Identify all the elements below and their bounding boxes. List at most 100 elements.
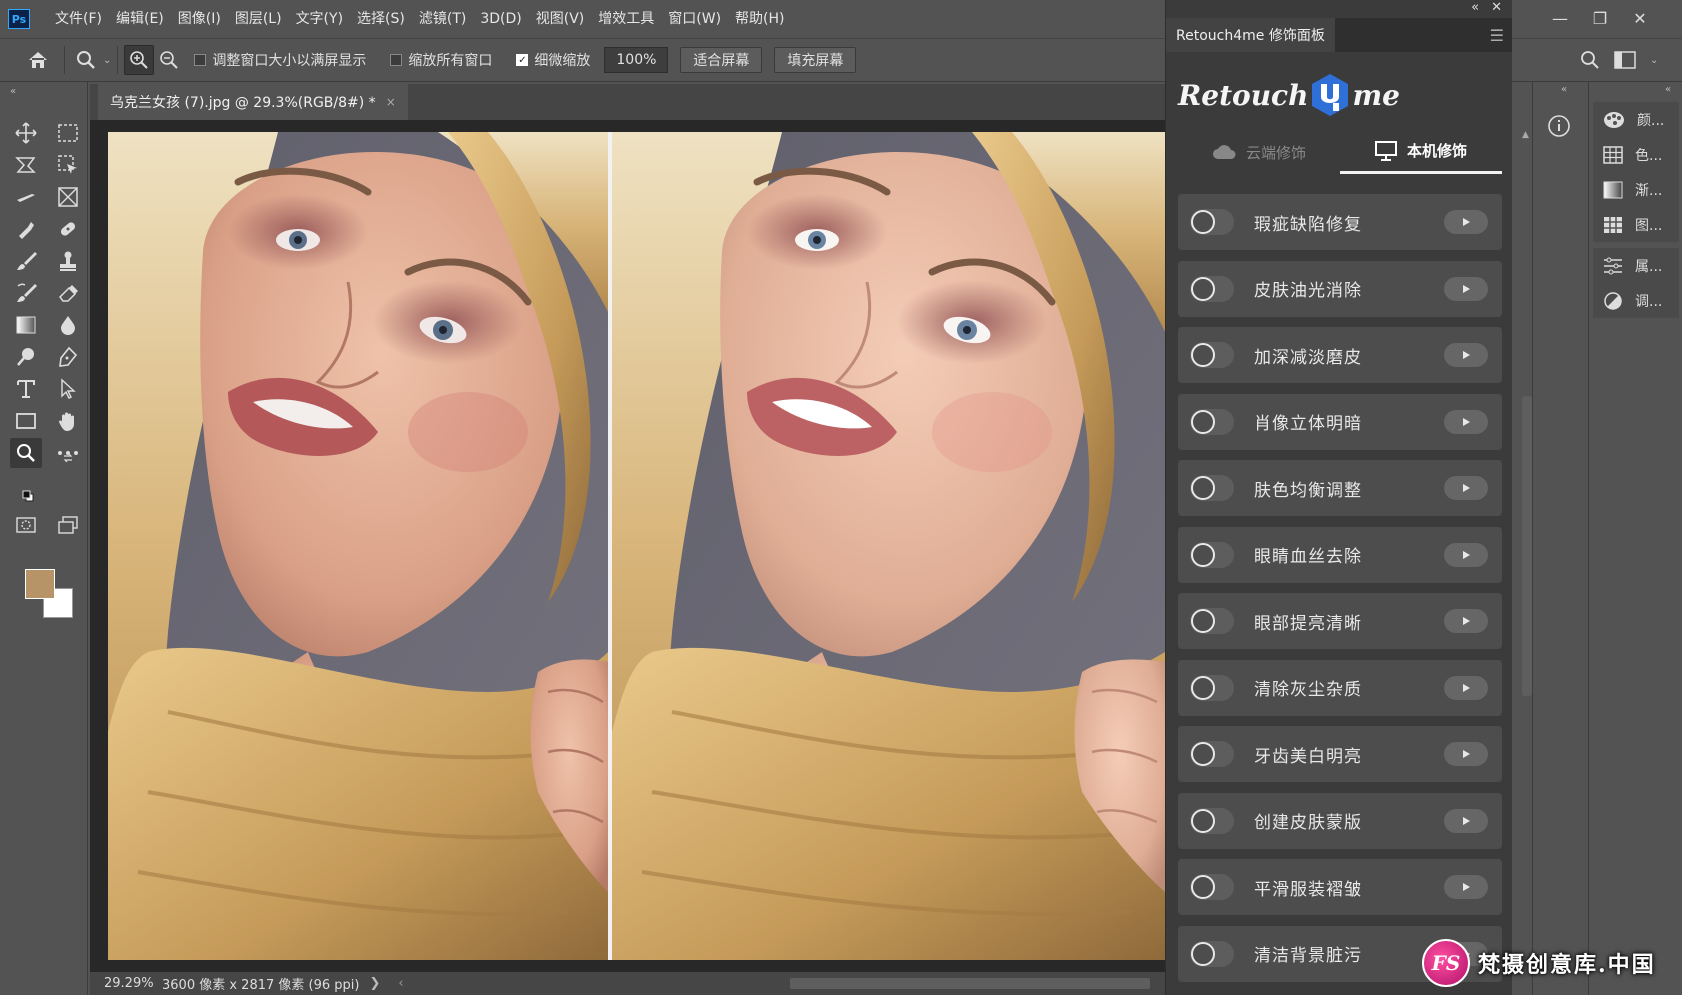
zoom-out-button[interactable] [154, 45, 184, 75]
status-menu-arrow[interactable]: ❯ [369, 976, 380, 991]
maximize-icon[interactable]: ❐ [1580, 4, 1620, 32]
panel-scrollbar[interactable]: ▲ [1522, 130, 1532, 970]
play-button[interactable] [1444, 276, 1488, 301]
menu-3d[interactable]: 3D(D) [473, 0, 528, 38]
brush-tool[interactable] [10, 246, 42, 276]
foreground-color-swatch[interactable] [25, 569, 55, 599]
marquee-tool[interactable] [52, 118, 84, 148]
menu-plugins[interactable]: 增效工具 [591, 0, 661, 38]
fill-screen-button[interactable]: 填充屏幕 [774, 47, 857, 73]
rectangle-tool[interactable] [10, 406, 42, 436]
healing-brush-tool[interactable] [52, 214, 84, 244]
eraser-tool[interactable] [52, 278, 84, 308]
close-tab-icon[interactable]: × [386, 95, 396, 109]
chevron-down-icon[interactable]: ⌄ [1650, 55, 1658, 66]
collapse-panel-icon[interactable]: « [1471, 0, 1479, 18]
plugin-toggle[interactable] [1190, 541, 1234, 568]
history-brush-tool[interactable] [10, 278, 42, 308]
menu-window[interactable]: 窗口(W) [661, 0, 728, 38]
pen-tool[interactable] [52, 342, 84, 372]
crop-tool[interactable] [10, 182, 42, 212]
zoom-in-button[interactable] [124, 45, 155, 75]
close-panel-icon[interactable]: ✕ [1491, 0, 1502, 18]
play-button[interactable] [1444, 609, 1488, 633]
collapse-dock-icon[interactable]: « [1561, 84, 1567, 95]
dock-item-adjustments[interactable]: 调... [1593, 283, 1679, 318]
eyedropper-tool[interactable] [10, 214, 42, 244]
plugin-toggle[interactable] [1190, 408, 1234, 435]
plugin-toggle[interactable] [1190, 874, 1234, 900]
blur-tool[interactable] [52, 310, 84, 340]
play-button[interactable] [1444, 808, 1488, 833]
document-info[interactable]: 3600 像素 x 2817 像素 (96 ppi) [150, 974, 359, 993]
resize-windows-checkbox[interactable]: 调整窗口大小以满屏显示 [194, 50, 366, 70]
panel-tab[interactable]: Retouch4me 修饰面板 [1166, 18, 1335, 52]
frame-tool[interactable] [52, 182, 84, 212]
document-tab[interactable]: 乌克兰女孩 (7).jpg @ 29.3%(RGB/8#) * × [98, 84, 408, 120]
default-colors-icon[interactable] [22, 490, 34, 502]
dock-item-swatches[interactable]: 色... [1593, 137, 1679, 172]
plugin-toggle[interactable] [1190, 275, 1234, 302]
menu-view[interactable]: 视图(V) [529, 0, 592, 38]
menu-filter[interactable]: 滤镜(T) [412, 0, 473, 38]
fit-screen-button[interactable]: 适合屏幕 [680, 47, 763, 73]
photoshop-logo[interactable]: Ps [8, 9, 30, 29]
menu-image[interactable]: 图像(I) [171, 0, 228, 38]
plugin-toggle[interactable] [1190, 608, 1234, 634]
collapse-dock-icon[interactable]: « [1665, 84, 1671, 95]
menu-help[interactable]: 帮助(H) [728, 0, 791, 38]
scrollbar-thumb[interactable] [1522, 396, 1532, 696]
scrubby-zoom-checkbox[interactable]: ✓ 细微缩放 [516, 50, 590, 70]
collapse-icon[interactable]: « [10, 86, 16, 97]
menu-select[interactable]: 选择(S) [350, 0, 412, 38]
dock-item-patterns[interactable]: 图... [1593, 207, 1679, 242]
zoom-level[interactable]: 29.29% [90, 976, 154, 991]
dock-item-color[interactable]: 颜... [1593, 102, 1679, 137]
plugin-toggle[interactable] [1190, 209, 1234, 235]
home-button[interactable] [18, 50, 58, 70]
path-selection-tool[interactable] [52, 374, 84, 404]
scroll-left-icon[interactable]: ‹ [398, 976, 403, 991]
menu-type[interactable]: 文字(Y) [289, 0, 350, 38]
stamp-tool[interactable] [52, 246, 84, 276]
menu-layer[interactable]: 图层(L) [228, 0, 289, 38]
play-button[interactable] [1444, 343, 1488, 367]
plugin-toggle[interactable] [1190, 342, 1234, 368]
screen-mode-button[interactable] [52, 510, 84, 540]
hand-tool[interactable] [52, 406, 84, 436]
play-button[interactable] [1444, 409, 1488, 434]
dodge-tool[interactable] [10, 342, 42, 372]
scroll-up-icon[interactable]: ▲ [1522, 130, 1529, 140]
plugin-toggle[interactable] [1190, 674, 1234, 701]
tab-local[interactable]: 本机修饰 [1340, 130, 1502, 174]
checkbox-box[interactable] [390, 54, 403, 66]
type-tool[interactable] [10, 374, 42, 404]
checkbox-box-checked[interactable]: ✓ [516, 54, 529, 66]
plugin-toggle[interactable] [1190, 741, 1234, 767]
plugin-toggle[interactable] [1190, 475, 1234, 501]
canvas-area[interactable] [90, 120, 1165, 972]
zoom-all-windows-checkbox[interactable]: 缩放所有窗口 [390, 50, 492, 70]
checkbox-box[interactable] [194, 54, 207, 66]
play-button[interactable] [1444, 742, 1488, 766]
menu-edit[interactable]: 编辑(E) [109, 0, 171, 38]
panel-menu-icon[interactable]: ☰ [1490, 26, 1504, 45]
horizontal-scrollbar[interactable] [790, 978, 1150, 989]
dock-item-gradients[interactable]: 渐... [1593, 172, 1679, 207]
dock-item-properties[interactable]: 属... [1593, 248, 1679, 283]
lasso-tool[interactable] [10, 150, 42, 180]
play-button[interactable] [1444, 875, 1488, 899]
info-icon[interactable] [1547, 114, 1571, 138]
swap-colors-icon[interactable] [62, 452, 74, 464]
zoom-tool[interactable] [10, 438, 42, 468]
plugin-toggle[interactable] [1190, 807, 1234, 834]
play-button[interactable] [1444, 542, 1488, 567]
play-button[interactable] [1444, 675, 1488, 700]
move-tool[interactable] [10, 118, 42, 148]
play-button[interactable] [1444, 210, 1488, 234]
workspace-icon[interactable] [1614, 51, 1636, 69]
play-button[interactable] [1444, 476, 1488, 500]
gradient-tool[interactable] [10, 310, 42, 340]
minimize-icon[interactable]: — [1540, 4, 1580, 32]
plugin-toggle[interactable] [1190, 940, 1234, 967]
